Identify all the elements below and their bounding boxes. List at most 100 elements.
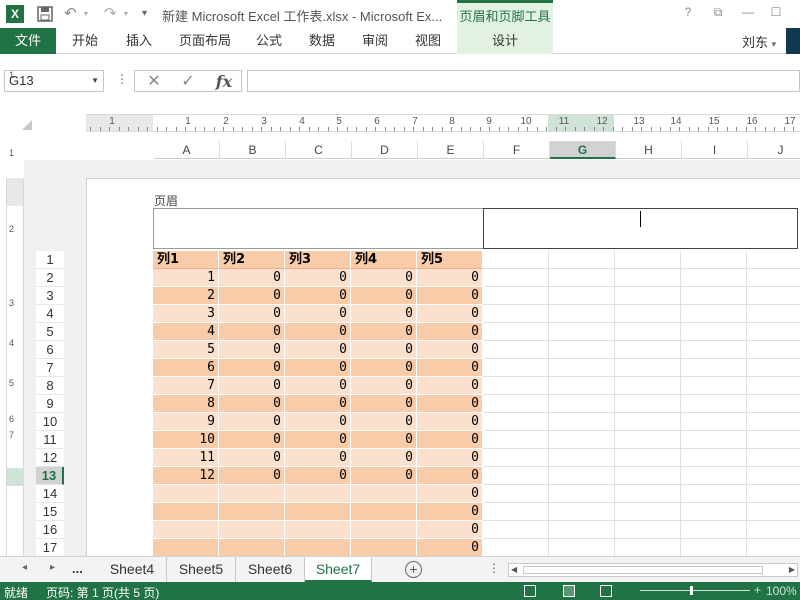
- column-header-j[interactable]: J: [748, 141, 800, 159]
- tab-view[interactable]: 视图: [415, 28, 441, 54]
- grid-cell[interactable]: [615, 503, 681, 521]
- table-cell[interactable]: 0: [285, 341, 351, 359]
- tab-design[interactable]: 设计: [457, 28, 553, 54]
- grid-cell[interactable]: [747, 359, 800, 377]
- tab-page-layout[interactable]: 页面布局: [179, 28, 231, 54]
- table-cell[interactable]: 0: [417, 269, 483, 287]
- table-cell[interactable]: 0: [417, 413, 483, 431]
- table-cell[interactable]: 0: [351, 449, 417, 467]
- table-cell[interactable]: 0: [417, 287, 483, 305]
- chevron-down-icon[interactable]: ▼: [91, 71, 99, 91]
- tab-formulas[interactable]: 公式: [256, 28, 282, 54]
- sheet-tab-sheet7[interactable]: Sheet7: [305, 557, 372, 582]
- grid-cell[interactable]: [747, 287, 800, 305]
- table-cell[interactable]: [351, 485, 417, 503]
- column-header-a[interactable]: A: [154, 141, 220, 159]
- grid-cell[interactable]: [483, 485, 549, 503]
- grid-cell[interactable]: [681, 395, 747, 413]
- table-cell[interactable]: 0: [285, 377, 351, 395]
- grid-cell[interactable]: [681, 287, 747, 305]
- row-header-6[interactable]: 6: [36, 341, 64, 359]
- row-header-5[interactable]: 5: [36, 323, 64, 341]
- grid-cell[interactable]: [681, 413, 747, 431]
- table-cell[interactable]: 0: [219, 449, 285, 467]
- table-cell[interactable]: [153, 485, 219, 503]
- grid-cell[interactable]: [615, 251, 681, 269]
- grid-cell[interactable]: [615, 431, 681, 449]
- table-cell[interactable]: 0: [351, 467, 417, 485]
- table-cell[interactable]: [285, 503, 351, 521]
- grid-cell[interactable]: [615, 539, 681, 556]
- add-sheet-button[interactable]: +: [405, 561, 422, 578]
- worksheet-grid[interactable]: 列1 列2 列3 列4 列5 1 0 0 0 0 2 0 0 0 0 3 0 0 0 0 4 0 0 0 0 5 0 0 0 0 6 0 0 0 0…: [153, 251, 800, 556]
- table-cell[interactable]: 0: [417, 539, 483, 556]
- table-cell[interactable]: [285, 521, 351, 539]
- column-header-h[interactable]: H: [616, 141, 682, 159]
- ribbon-display-button[interactable]: ⧉: [708, 5, 728, 20]
- enter-button[interactable]: ✓: [175, 72, 201, 92]
- table-cell[interactable]: 0: [351, 269, 417, 287]
- table-cell[interactable]: 0: [417, 503, 483, 521]
- grid-cell[interactable]: [681, 467, 747, 485]
- table-cell[interactable]: 0: [285, 431, 351, 449]
- table-cell[interactable]: 0: [285, 449, 351, 467]
- grid-cell[interactable]: [549, 431, 615, 449]
- table-cell[interactable]: 0: [285, 395, 351, 413]
- tab-splitter-icon[interactable]: ⋮: [488, 561, 500, 575]
- grid-cell[interactable]: [483, 503, 549, 521]
- row-header-10[interactable]: 10: [36, 413, 64, 431]
- grid-cell[interactable]: [747, 449, 800, 467]
- row-header-17[interactable]: 17: [36, 539, 64, 557]
- table-cell[interactable]: 4: [153, 323, 219, 341]
- minimize-button[interactable]: —: [738, 5, 758, 19]
- tab-insert[interactable]: 插入: [126, 28, 152, 54]
- grid-cell[interactable]: [681, 341, 747, 359]
- table-cell[interactable]: 0: [219, 467, 285, 485]
- row-header-12[interactable]: 12: [36, 449, 64, 467]
- table-header-cell[interactable]: 列5: [417, 251, 483, 269]
- grid-cell[interactable]: [483, 341, 549, 359]
- grid-cell[interactable]: [549, 467, 615, 485]
- customize-toolbar-icon[interactable]: ▾: [142, 5, 152, 23]
- table-cell[interactable]: 5: [153, 341, 219, 359]
- normal-view-icon[interactable]: [524, 585, 536, 597]
- grid-cell[interactable]: [549, 521, 615, 539]
- table-cell[interactable]: 0: [417, 395, 483, 413]
- grid-cell[interactable]: [549, 503, 615, 521]
- table-cell[interactable]: 0: [417, 305, 483, 323]
- row-header-14[interactable]: 14: [36, 485, 64, 503]
- table-cell[interactable]: 7: [153, 377, 219, 395]
- grid-cell[interactable]: [681, 431, 747, 449]
- table-cell[interactable]: 0: [285, 287, 351, 305]
- grid-cell[interactable]: [549, 359, 615, 377]
- zoom-slider[interactable]: [640, 590, 750, 591]
- sheet-tab-sheet5[interactable]: Sheet5: [167, 557, 236, 582]
- redo-dropdown-icon[interactable]: ▾: [124, 5, 132, 23]
- grid-cell[interactable]: [549, 395, 615, 413]
- save-icon[interactable]: [36, 5, 54, 23]
- table-header-cell[interactable]: 列1: [153, 251, 219, 269]
- grid-cell[interactable]: [549, 251, 615, 269]
- table-cell[interactable]: 0: [219, 269, 285, 287]
- table-cell[interactable]: [219, 503, 285, 521]
- row-header-8[interactable]: 8: [36, 377, 64, 395]
- grid-cell[interactable]: [549, 377, 615, 395]
- table-cell[interactable]: 11: [153, 449, 219, 467]
- column-header-c[interactable]: C: [286, 141, 352, 159]
- grid-cell[interactable]: [615, 449, 681, 467]
- tab-home[interactable]: 开始: [72, 28, 98, 54]
- header-left-section[interactable]: [153, 208, 484, 249]
- column-header-e[interactable]: E: [418, 141, 484, 159]
- row-header-4[interactable]: 4: [36, 305, 64, 323]
- horizontal-scrollbar[interactable]: ◀ ▶: [508, 563, 798, 577]
- scroll-left-icon[interactable]: ◀: [511, 564, 517, 576]
- grid-cell[interactable]: [549, 341, 615, 359]
- tab-review[interactable]: 审阅: [362, 28, 388, 54]
- scrollbar-thumb[interactable]: [523, 566, 763, 574]
- grid-cell[interactable]: [483, 467, 549, 485]
- table-cell[interactable]: 0: [285, 467, 351, 485]
- table-cell[interactable]: 10: [153, 431, 219, 449]
- grid-cell[interactable]: [747, 503, 800, 521]
- grid-cell[interactable]: [483, 377, 549, 395]
- grid-cell[interactable]: [549, 305, 615, 323]
